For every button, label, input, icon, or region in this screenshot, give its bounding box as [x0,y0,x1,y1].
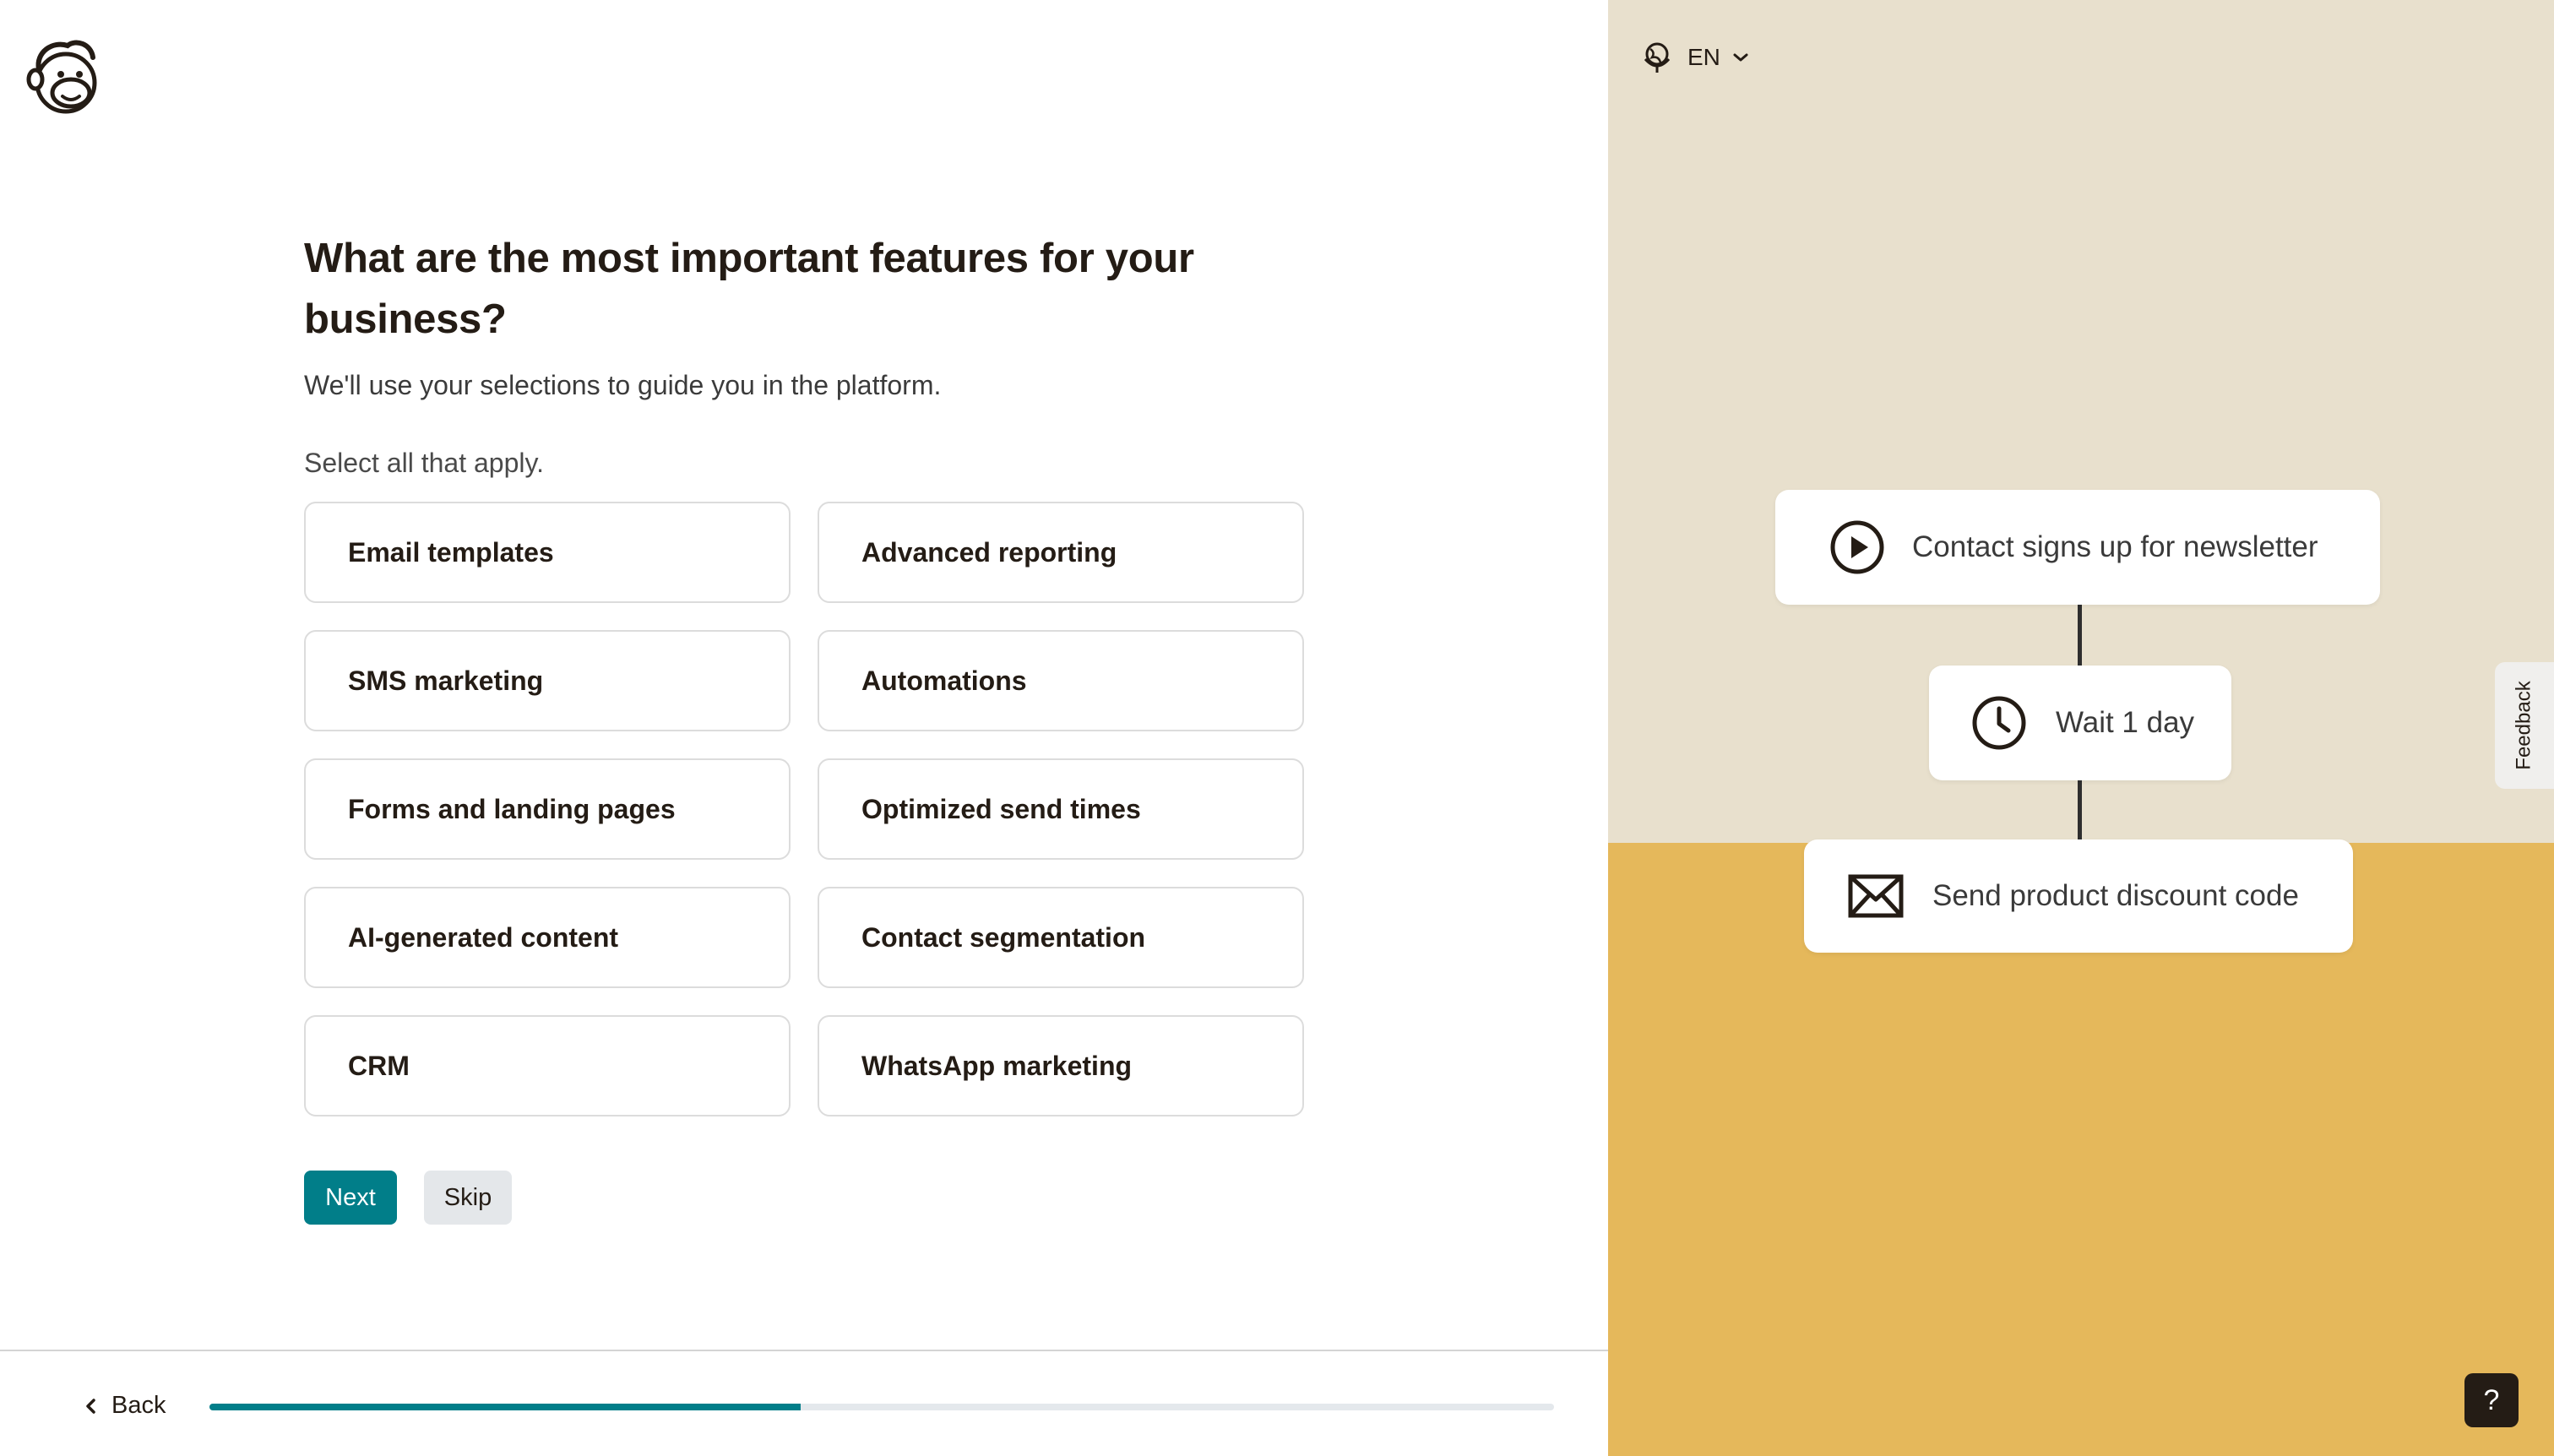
footer-bar: Back [0,1350,1608,1456]
progress-bar [209,1404,1554,1410]
option-crm[interactable]: CRM [304,1015,791,1116]
flow-connector [2078,605,2082,666]
feature-options: Email templates Advanced reporting SMS m… [304,502,1304,1116]
progress-fill [209,1404,802,1410]
back-link[interactable]: Back [84,1392,166,1420]
feedback-label: Feedback [2513,681,2535,770]
flow-connector [2078,780,2082,839]
chevron-down-icon [1733,53,1748,62]
back-label: Back [111,1392,166,1419]
form-actions: Next Skip [304,1171,512,1225]
chevron-left-icon [86,1398,95,1414]
flow-trigger-card: Contact signs up for newsletter [1775,490,2380,605]
flow-wait-label: Wait 1 day [2056,706,2195,739]
language-selector[interactable]: EN [1642,37,1749,78]
option-sms-marketing[interactable]: SMS marketing [304,630,791,731]
mailchimp-logo-icon[interactable] [24,35,105,117]
question-section: What are the most important features for… [304,228,1318,481]
option-whatsapp-marketing[interactable]: WhatsApp marketing [818,1015,1304,1116]
play-icon [1830,520,1884,574]
option-optimized-send-times[interactable]: Optimized send times [818,758,1304,860]
globe-icon [1644,42,1671,73]
option-contact-segmentation[interactable]: Contact segmentation [818,887,1304,988]
help-button[interactable]: ? [2464,1373,2519,1427]
skip-button[interactable]: Skip [424,1171,512,1225]
language-code: EN [1687,44,1720,70]
option-email-templates[interactable]: Email templates [304,502,791,603]
envelope-icon [1848,874,1904,918]
clock-icon [1972,696,2026,750]
flow-action-label: Send product discount code [1932,879,2299,912]
select-hint: Select all that apply. [304,448,545,478]
flow-action-card: Send product discount code [1804,839,2353,953]
option-forms-landing-pages[interactable]: Forms and landing pages [304,758,791,860]
page-subtitle: We'll use your selections to guide you i… [304,370,942,400]
page-title: What are the most important features for… [304,236,1194,342]
option-automations[interactable]: Automations [818,630,1304,731]
option-advanced-reporting[interactable]: Advanced reporting [818,502,1304,603]
flow-wait-card: Wait 1 day [1929,666,2231,780]
option-ai-generated-content[interactable]: AI-generated content [304,887,791,988]
next-button[interactable]: Next [304,1171,397,1225]
feedback-tab[interactable]: Feedback [2495,662,2554,789]
flow-trigger-label: Contact signs up for newsletter [1912,530,2318,563]
